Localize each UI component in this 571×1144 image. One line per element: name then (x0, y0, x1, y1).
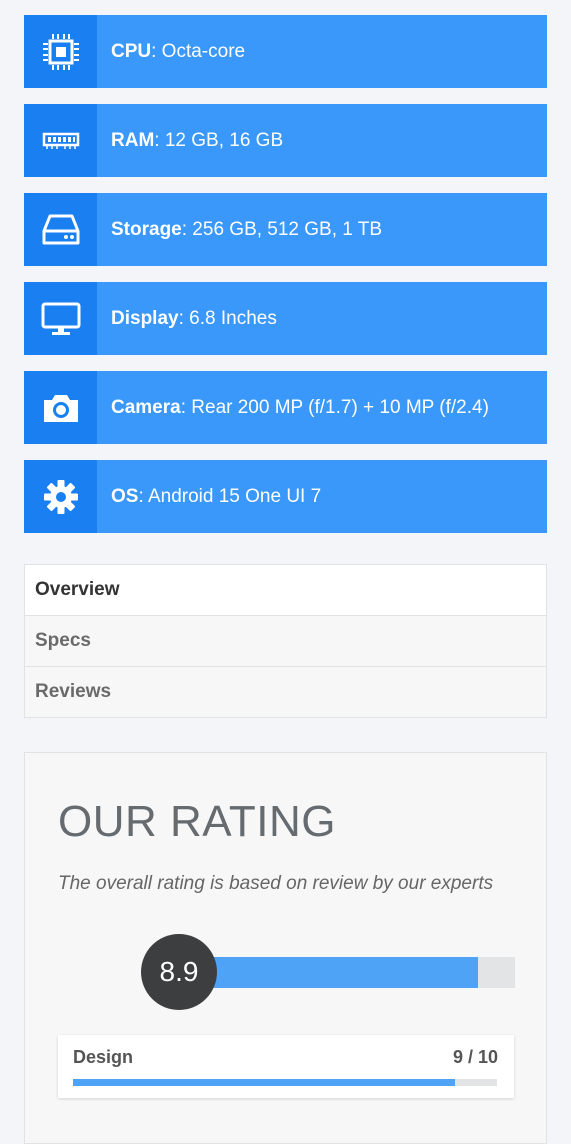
overall-rating-fill (181, 957, 479, 988)
overall-score-badge: 8.9 (141, 934, 217, 1010)
spec-value: : Rear 200 MP (f/1.7) + 10 MP (f/2.4) (180, 396, 489, 418)
spec-row-os: OS: Android 15 One UI 7 (24, 460, 547, 533)
storage-icon (24, 193, 97, 266)
spec-value: : Android 15 One UI 7 (138, 485, 322, 507)
spec-label: OS (111, 485, 139, 507)
spec-label: Storage (111, 218, 182, 240)
spec-label: Display (111, 307, 179, 329)
gear-icon (24, 460, 97, 533)
tab-bar: Overview Specs Reviews (24, 564, 547, 718)
tab-specs[interactable]: Specs (25, 616, 546, 667)
spec-value: : Octa-core (151, 40, 246, 62)
spec-row-ram: RAM: 12 GB, 16 GB (24, 104, 547, 177)
spec-row-cpu: CPU: Octa-core (24, 15, 547, 88)
design-rating-score: 9 / 10 (452, 1047, 498, 1067)
spec-value: : 256 GB, 512 GB, 1 TB (181, 218, 383, 240)
design-rating-label: Design (73, 1047, 134, 1067)
cpu-icon (24, 15, 97, 88)
spec-value: : 12 GB, 16 GB (154, 129, 284, 151)
design-rating-fill (73, 1079, 455, 1086)
spec-value: : 6.8 Inches (178, 307, 277, 329)
spec-list: CPU: Octa-core RAM: 12 GB, 16 GB Storage… (24, 15, 547, 549)
overall-rating-bar: 8.9 (141, 931, 515, 1011)
display-icon (24, 282, 97, 355)
spec-label: Camera (111, 396, 181, 418)
design-rating-track (73, 1079, 497, 1086)
rating-subtitle: The overall rating is based on review by… (58, 873, 494, 894)
spec-row-camera: Camera: Rear 200 MP (f/1.7) + 10 MP (f/2… (24, 371, 547, 444)
ram-icon (24, 104, 97, 177)
spec-label: CPU (111, 40, 152, 62)
tab-overview[interactable]: Overview (25, 565, 546, 616)
rating-card: OUR RATING The overall rating is based o… (24, 752, 547, 1144)
rating-title: OUR RATING (58, 797, 336, 846)
overall-rating-track (181, 957, 515, 988)
camera-icon (24, 371, 97, 444)
spec-row-storage: Storage: 256 GB, 512 GB, 1 TB (24, 193, 547, 266)
spec-label: RAM (111, 129, 155, 151)
spec-row-display: Display: 6.8 Inches (24, 282, 547, 355)
tab-reviews[interactable]: Reviews (25, 667, 546, 717)
design-rating: Design 9 / 10 (58, 1035, 514, 1098)
